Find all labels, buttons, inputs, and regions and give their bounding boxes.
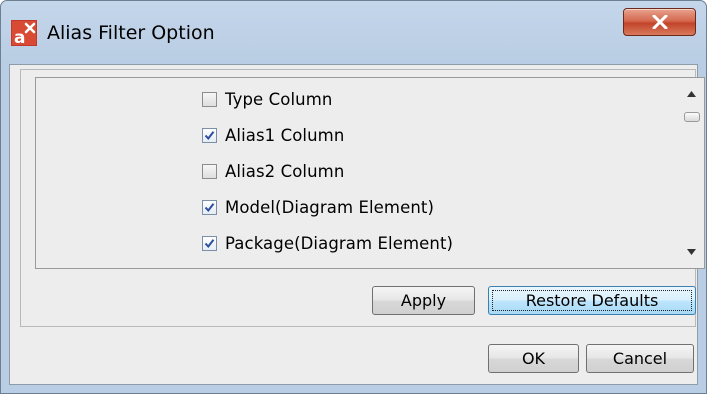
- checkmark-icon: [204, 130, 215, 140]
- list-item-package-diagram-element[interactable]: Package(Diagram Element): [202, 228, 453, 258]
- list-item-type-column[interactable]: Type Column: [202, 84, 332, 114]
- arrow-up-icon: [687, 91, 696, 97]
- column-filter-list: Type Column Alias1 Column Alias2 Column: [35, 77, 705, 269]
- list-item-model-diagram-element[interactable]: Model(Diagram Element): [202, 192, 434, 222]
- list-item-label: Package(Diagram Element): [225, 233, 454, 253]
- vertical-scrollbar[interactable]: [680, 78, 704, 268]
- scroll-up-button[interactable]: [680, 84, 704, 104]
- checkmark-icon: [204, 238, 215, 248]
- restore-defaults-label: Restore Defaults: [525, 291, 659, 310]
- dialog-body: Type Column Alias1 Column Alias2 Column: [9, 64, 705, 385]
- list-item-alias2-column[interactable]: Alias2 Column: [202, 156, 344, 186]
- dialog-window: a Alias Filter Option Type Column Alias1…: [0, 0, 707, 394]
- type-column-checkbox[interactable]: [202, 91, 217, 107]
- checkmark-icon: [204, 202, 215, 212]
- list-item-label: Type Column: [225, 89, 333, 109]
- alias1-column-checkbox[interactable]: [202, 127, 217, 143]
- close-icon: [652, 15, 668, 29]
- list-item-label: Alias1 Column: [225, 125, 345, 145]
- svg-text:a: a: [14, 28, 25, 46]
- apply-button[interactable]: Apply: [372, 286, 475, 315]
- list-item-label: Model(Diagram Element): [225, 197, 435, 217]
- restore-defaults-button[interactable]: Restore Defaults: [488, 286, 696, 315]
- scroll-thumb[interactable]: [684, 112, 700, 122]
- close-button[interactable]: [623, 8, 696, 36]
- list-item-label: Alias2 Column: [225, 161, 345, 181]
- cancel-button[interactable]: Cancel: [586, 344, 694, 373]
- ok-button[interactable]: OK: [488, 344, 579, 373]
- title-bar[interactable]: a Alias Filter Option: [1, 1, 706, 63]
- list-item-alias1-column[interactable]: Alias1 Column: [202, 120, 344, 150]
- app-icon: a: [11, 20, 37, 46]
- package-diagram-element-checkbox[interactable]: [202, 235, 217, 251]
- alias2-column-checkbox[interactable]: [202, 163, 217, 179]
- filter-panel: Type Column Alias1 Column Alias2 Column: [20, 69, 705, 327]
- arrow-down-icon: [687, 249, 696, 255]
- model-diagram-element-checkbox[interactable]: [202, 199, 217, 215]
- scroll-down-button[interactable]: [680, 242, 704, 262]
- window-title: Alias Filter Option: [47, 22, 215, 44]
